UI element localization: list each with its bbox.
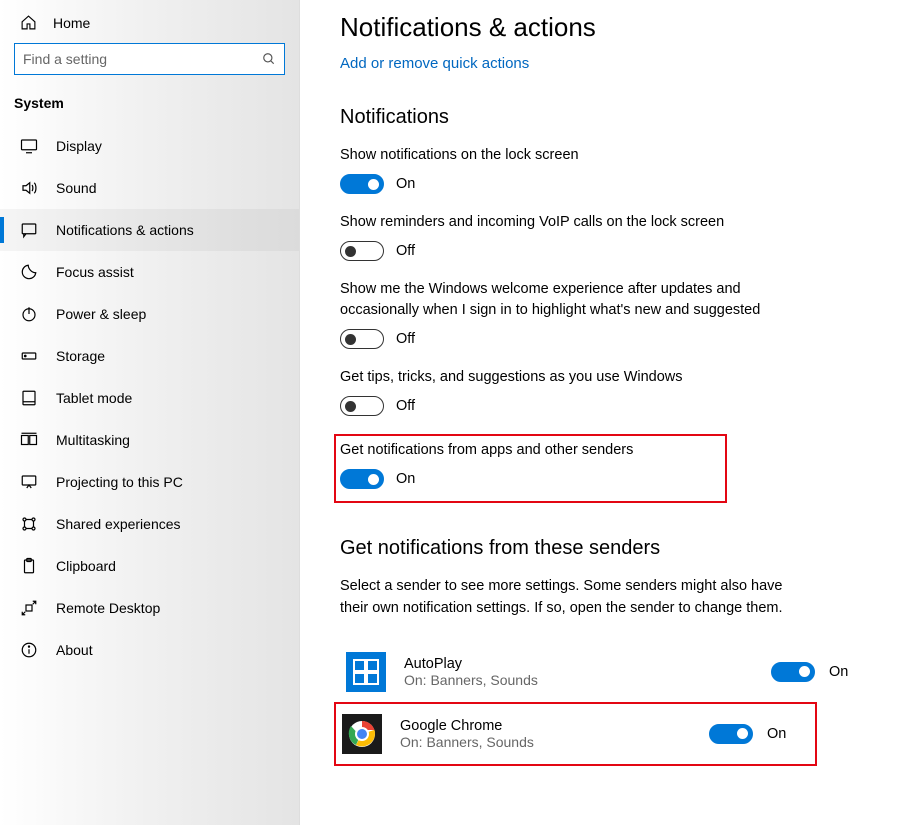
senders-description: Select a sender to see more settings. So… xyxy=(340,576,800,620)
sender-sub: On: Banners, Sounds xyxy=(400,734,691,750)
sidebar-item-label: Shared experiences xyxy=(56,516,181,532)
toggle-welcome-experience[interactable] xyxy=(340,329,384,349)
sidebar-item-clipboard[interactable]: Clipboard xyxy=(0,545,299,587)
toggle-state: On xyxy=(396,176,415,192)
setting-apps-senders: Get notifications from apps and other se… xyxy=(340,440,717,489)
sidebar-item-notifications[interactable]: Notifications & actions xyxy=(0,209,299,251)
search-icon xyxy=(262,52,276,66)
toggle-state: Off xyxy=(396,243,415,259)
sidebar-item-label: Focus assist xyxy=(56,264,134,280)
sidebar-category: System xyxy=(0,89,299,125)
sidebar-item-label: Display xyxy=(56,138,102,154)
sidebar-item-focus-assist[interactable]: Focus assist xyxy=(0,251,299,293)
sidebar-item-label: Remote Desktop xyxy=(56,600,160,616)
autoplay-icon xyxy=(346,652,386,692)
sidebar-item-label: Sound xyxy=(56,180,96,196)
toggle-state: On xyxy=(396,471,415,487)
sidebar-item-shared-experiences[interactable]: Shared experiences xyxy=(0,503,299,545)
page-title: Notifications & actions xyxy=(340,12,877,43)
toggle-state: Off xyxy=(396,398,415,414)
sidebar-item-power-sleep[interactable]: Power & sleep xyxy=(0,293,299,335)
sender-sub: On: Banners, Sounds xyxy=(404,672,753,688)
chrome-icon xyxy=(342,714,382,754)
sound-icon xyxy=(20,179,38,197)
setting-tips-tricks: Get tips, tricks, and suggestions as you… xyxy=(340,367,877,416)
sidebar-item-tablet-mode[interactable]: Tablet mode xyxy=(0,377,299,419)
toggle-lock-screen-notifications[interactable] xyxy=(340,174,384,194)
toggle-tips-tricks[interactable] xyxy=(340,396,384,416)
sidebar: Home System Display Sound Notifications … xyxy=(0,0,300,825)
senders-section-title: Get notifications from these senders xyxy=(340,537,877,560)
sender-google-chrome[interactable]: Google Chrome On: Banners, Sounds On xyxy=(336,704,815,764)
sender-name: Google Chrome xyxy=(400,718,691,734)
toggle-state: On xyxy=(767,726,786,742)
sidebar-item-label: Multitasking xyxy=(56,432,130,448)
notifications-icon xyxy=(20,221,38,239)
toggle-state: On xyxy=(829,664,848,680)
sidebar-item-label: Notifications & actions xyxy=(56,222,194,238)
sender-autoplay[interactable]: AutoPlay On: Banners, Sounds On xyxy=(340,642,877,702)
highlight-apps-senders: Get notifications from apps and other se… xyxy=(334,434,727,503)
home-nav[interactable]: Home xyxy=(0,8,299,43)
sidebar-item-sound[interactable]: Sound xyxy=(0,167,299,209)
setting-label: Show me the Windows welcome experience a… xyxy=(340,279,770,321)
setting-label: Get notifications from apps and other se… xyxy=(340,440,717,461)
clipboard-icon xyxy=(20,557,38,575)
focus-assist-icon xyxy=(20,263,38,281)
about-icon xyxy=(20,641,38,659)
toggle-sender-autoplay[interactable] xyxy=(771,662,815,682)
sidebar-item-label: Projecting to this PC xyxy=(56,474,183,490)
search-input[interactable] xyxy=(23,51,262,67)
shared-icon xyxy=(20,515,38,533)
toggle-sender-chrome[interactable] xyxy=(709,724,753,744)
sender-name: AutoPlay xyxy=(404,656,753,672)
setting-label: Show notifications on the lock screen xyxy=(340,145,770,166)
sidebar-item-label: Clipboard xyxy=(56,558,116,574)
sidebar-item-projecting[interactable]: Projecting to this PC xyxy=(0,461,299,503)
display-icon xyxy=(20,137,38,155)
toggle-state: Off xyxy=(396,331,415,347)
sidebar-item-storage[interactable]: Storage xyxy=(0,335,299,377)
setting-welcome-experience: Show me the Windows welcome experience a… xyxy=(340,279,877,349)
power-icon xyxy=(20,305,38,323)
storage-icon xyxy=(20,347,38,365)
sidebar-item-about[interactable]: About xyxy=(0,629,299,671)
remote-desktop-icon xyxy=(20,599,38,617)
search-input-wrap[interactable] xyxy=(14,43,285,75)
sidebar-item-label: Tablet mode xyxy=(56,390,132,406)
sidebar-item-label: Storage xyxy=(56,348,105,364)
setting-label: Get tips, tricks, and suggestions as you… xyxy=(340,367,770,388)
sidebar-item-multitasking[interactable]: Multitasking xyxy=(0,419,299,461)
projecting-icon xyxy=(20,473,38,491)
setting-lock-screen-notifications: Show notifications on the lock screen On xyxy=(340,145,877,194)
setting-reminders-voip: Show reminders and incoming VoIP calls o… xyxy=(340,212,877,261)
multitasking-icon xyxy=(20,431,38,449)
main-content: Notifications & actions Add or remove qu… xyxy=(300,0,917,825)
toggle-apps-senders[interactable] xyxy=(340,469,384,489)
sidebar-item-display[interactable]: Display xyxy=(0,125,299,167)
notifications-section-title: Notifications xyxy=(340,106,877,129)
sidebar-item-label: Power & sleep xyxy=(56,306,146,322)
quick-actions-link[interactable]: Add or remove quick actions xyxy=(340,55,877,72)
setting-label: Show reminders and incoming VoIP calls o… xyxy=(340,212,770,233)
sidebar-nav: Display Sound Notifications & actions Fo… xyxy=(0,125,299,671)
home-icon xyxy=(20,14,37,31)
tablet-icon xyxy=(20,389,38,407)
home-label: Home xyxy=(53,15,90,31)
sidebar-item-label: About xyxy=(56,642,93,658)
highlight-chrome-sender: Google Chrome On: Banners, Sounds On xyxy=(334,702,817,766)
toggle-reminders-voip[interactable] xyxy=(340,241,384,261)
sidebar-item-remote-desktop[interactable]: Remote Desktop xyxy=(0,587,299,629)
